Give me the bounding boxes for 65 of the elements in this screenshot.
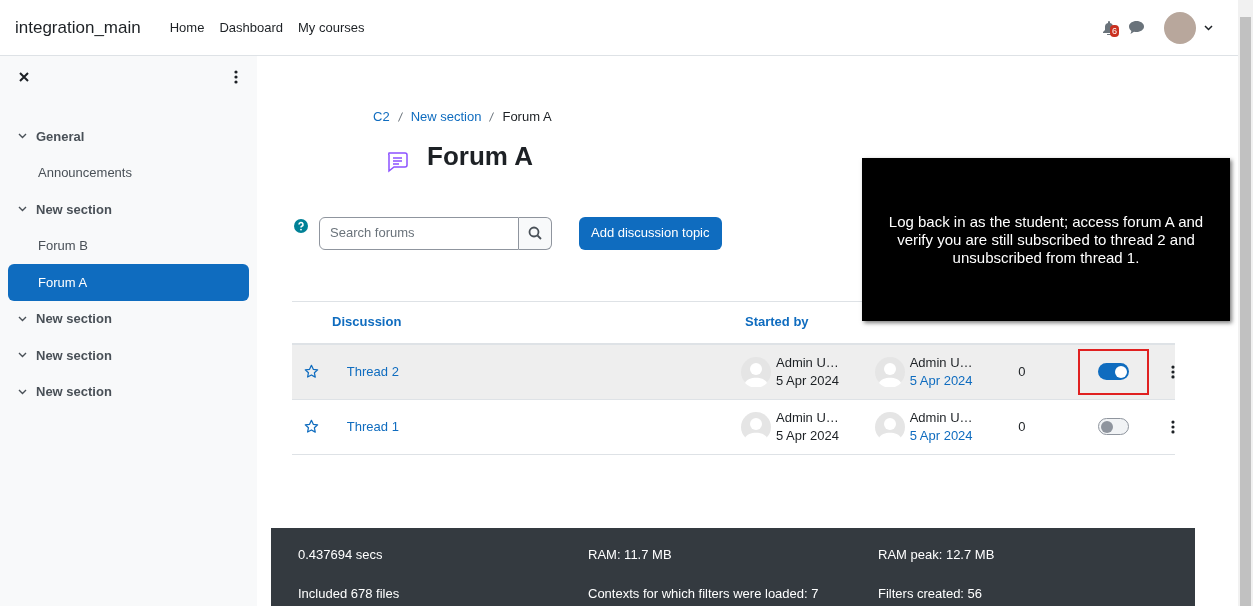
chevron-icon[interactable] <box>18 352 27 359</box>
site-name[interactable]: integration_main <box>15 14 141 41</box>
chevron-icon[interactable] <box>18 206 27 213</box>
author-name: Admin U… <box>776 408 839 427</box>
nav-link[interactable]: Home <box>169 17 205 38</box>
avatar-icon <box>741 356 771 387</box>
chat-bubble-icon[interactable] <box>1129 21 1144 34</box>
activity-link[interactable]: Announcements <box>8 154 249 191</box>
star-icon[interactable] <box>304 364 319 379</box>
author-name: Admin U… <box>909 353 973 372</box>
breadcrumb-link[interactable]: C2 <box>373 107 390 127</box>
avatar-icon <box>874 356 905 387</box>
last-post-link[interactable]: 5 Apr 2024 <box>909 426 973 445</box>
close-icon[interactable] <box>19 72 29 82</box>
search-icon <box>528 226 542 240</box>
performance-stat: Filters created: 56 <box>878 584 984 603</box>
activity-link[interactable]: Forum B <box>8 227 249 264</box>
author-name: Admin U… <box>776 353 839 372</box>
subscription-toggle[interactable] <box>1097 363 1129 380</box>
reply-count: 0 <box>1018 417 1027 436</box>
avatar-icon <box>874 411 905 442</box>
breadcrumb-separator-icon <box>397 111 403 122</box>
activity-link[interactable]: Forum A <box>8 264 249 301</box>
page-title: Forum A <box>427 139 533 173</box>
discussion-link[interactable]: Thread 1 <box>346 416 741 437</box>
notification-badge: 6 <box>1110 24 1119 37</box>
more-options-icon[interactable] <box>234 70 238 84</box>
performance-stat: Contexts for which filters were loaded: 7 <box>588 584 820 603</box>
subscription-toggle[interactable] <box>1097 418 1129 435</box>
instruction-text: Log back in as the student; access forum A and verify you are still subscribed to thread 2 and unsubscribed from thread 1. <box>887 212 1205 267</box>
section-link[interactable]: New section <box>36 345 112 365</box>
section-link[interactable]: New section <box>36 309 112 329</box>
add-discussion-button[interactable]: Add discussion topic <box>579 216 722 250</box>
start-date: 5 Apr 2024 <box>776 371 839 390</box>
breadcrumb-link[interactable]: New section <box>410 107 482 127</box>
caret-icon[interactable] <box>1204 24 1213 31</box>
chevron-icon[interactable] <box>18 315 27 322</box>
search-button[interactable] <box>519 216 552 250</box>
discussion-link[interactable]: Thread 2 <box>346 361 741 382</box>
breadcrumb-current: Forum A <box>502 108 552 126</box>
last-post-link[interactable]: 5 Apr 2024 <box>909 371 973 390</box>
column-header[interactable]: Started by <box>745 312 809 332</box>
more-options-icon[interactable] <box>1171 364 1175 379</box>
reply-count: 0 <box>1018 362 1027 381</box>
performance-stat: RAM peak: 12.7 MB <box>878 546 996 564</box>
chevron-icon[interactable] <box>18 133 27 140</box>
section-link[interactable]: General <box>36 126 85 146</box>
search-field[interactable]: Search forums <box>319 216 519 250</box>
column-header[interactable]: Discussion <box>332 312 745 332</box>
chevron-icon[interactable] <box>18 388 27 395</box>
nav-link[interactable]: Dashboard <box>219 17 283 38</box>
help-icon[interactable] <box>294 218 308 233</box>
author-name: Admin U… <box>909 408 973 427</box>
nav-link[interactable]: My courses <box>298 17 365 38</box>
section-link[interactable]: New section <box>36 199 112 219</box>
star-icon[interactable] <box>304 419 319 434</box>
performance-stat: 0.437694 secs <box>298 546 384 564</box>
performance-stat: RAM: 11.7 MB <box>588 546 673 564</box>
start-date: 5 Apr 2024 <box>776 426 839 445</box>
breadcrumb-separator-icon <box>489 111 495 122</box>
more-options-icon[interactable] <box>1171 419 1175 434</box>
forum-icon <box>385 150 409 174</box>
avatar-icon <box>741 411 771 442</box>
section-link[interactable]: New section <box>36 382 112 402</box>
performance-stat: Included 678 files <box>298 584 401 603</box>
